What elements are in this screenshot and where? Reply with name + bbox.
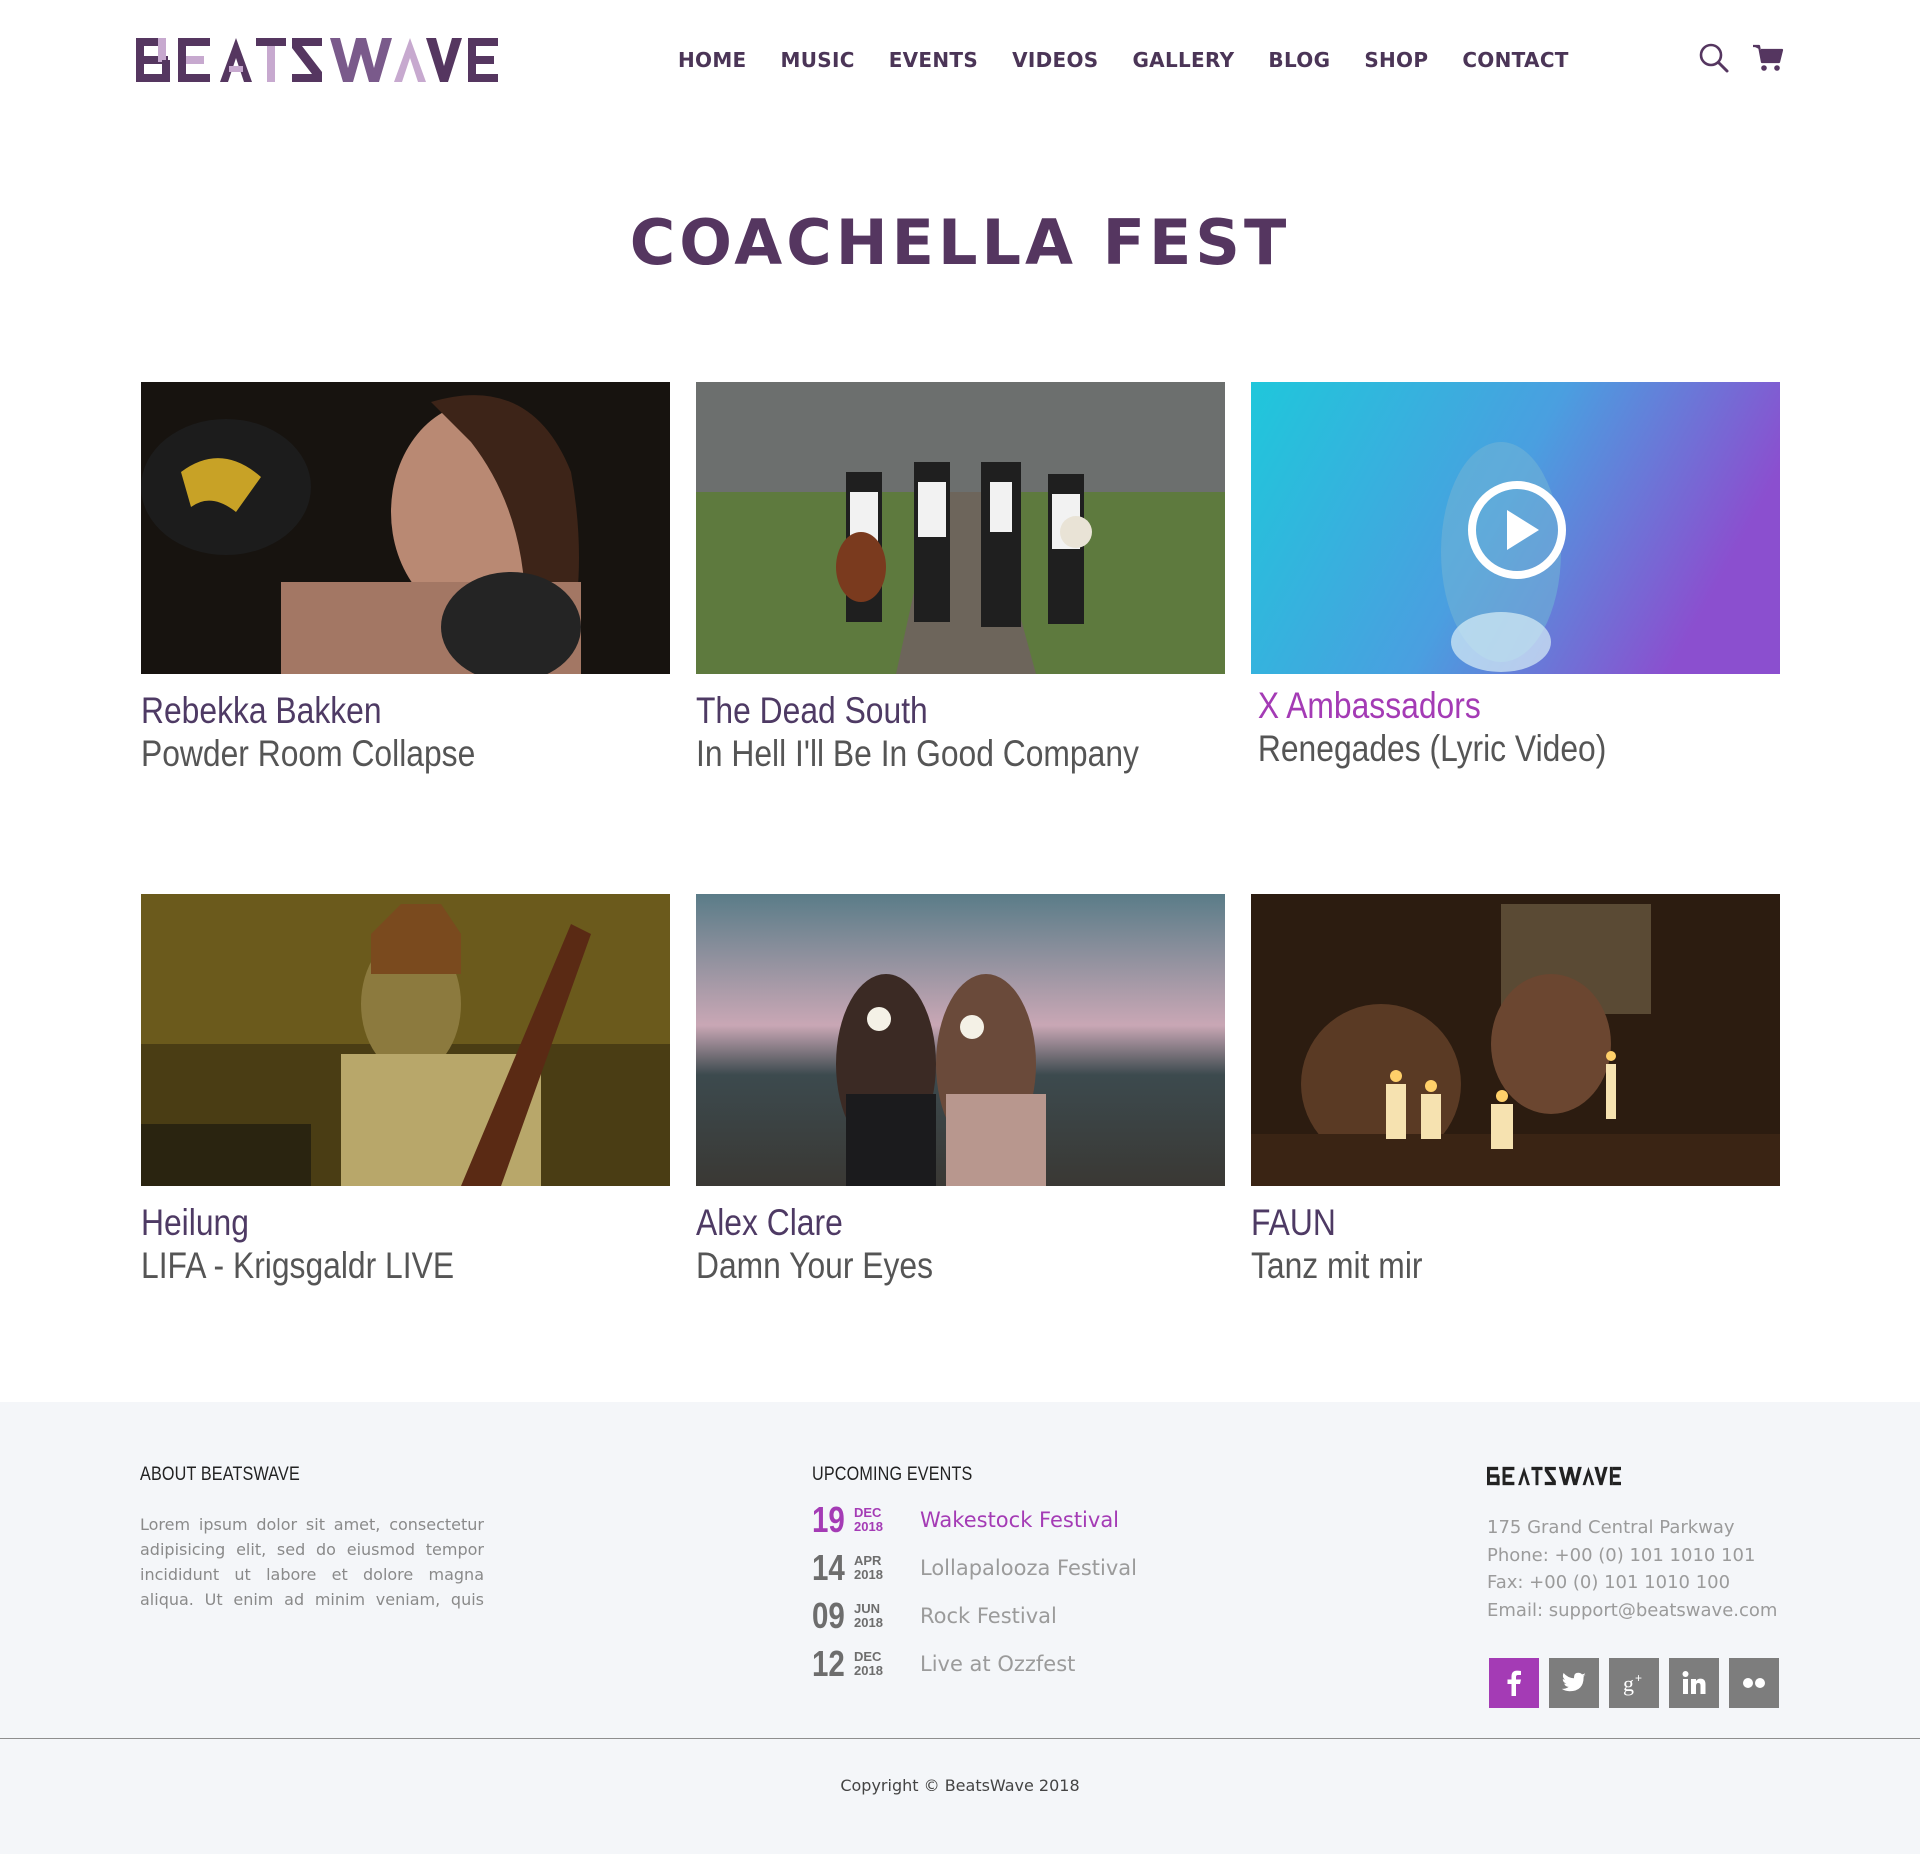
event-year: 2018 <box>854 1567 883 1582</box>
video-title[interactable]: Tanz mit mir <box>1251 1245 1706 1287</box>
event-name[interactable]: Lollapalooza Festival <box>920 1556 1137 1580</box>
svg-text:g: g <box>1623 1671 1634 1696</box>
video-title[interactable]: Renegades (Lyric Video) <box>1251 728 1706 770</box>
about-heading: ABOUT BEATSWAVE <box>140 1464 300 1485</box>
event-year: 2018 <box>854 1519 883 1534</box>
about-text: Lorem ipsum dolor sit amet, consectetur … <box>140 1515 484 1609</box>
twitter-icon[interactable] <box>1549 1658 1599 1708</box>
video-title[interactable]: In Hell I'll Be In Good Company <box>696 733 1151 775</box>
video-thumbnail[interactable] <box>1251 894 1780 1186</box>
nav-item-shop[interactable]: SHOP <box>1364 44 1428 76</box>
video-artist[interactable]: FAUN <box>1251 1201 1706 1245</box>
main-nav: HOME MUSIC EVENTS VIDEOS GALLERY BLOG SH… <box>678 44 1569 76</box>
contact-info: 175 Grand Central Parkway Phone: +00 (0)… <box>1487 1514 1777 1624</box>
video-thumbnail[interactable] <box>696 382 1225 674</box>
video-artist[interactable]: The Dead South <box>696 689 1151 733</box>
linkedin-icon[interactable] <box>1669 1658 1719 1708</box>
nav-item-gallery[interactable]: GALLERY <box>1132 44 1234 76</box>
search-icon[interactable] <box>1698 42 1730 74</box>
video-card[interactable]: Rebekka Bakken Powder Room Collapse <box>141 382 670 775</box>
event-day: 09 <box>812 1595 845 1636</box>
cart-icon[interactable] <box>1752 42 1784 74</box>
nav-item-blog[interactable]: BLOG <box>1268 44 1330 76</box>
nav-item-music[interactable]: MUSIC <box>781 44 855 76</box>
event-year: 2018 <box>854 1663 883 1678</box>
site-header: HOME MUSIC EVENTS VIDEOS GALLERY BLOG SH… <box>0 0 1920 120</box>
svg-text:+: + <box>1635 1671 1642 1685</box>
video-artist[interactable]: Heilung <box>141 1201 596 1245</box>
event-name[interactable]: Wakestock Festival <box>920 1508 1119 1532</box>
nav-item-contact[interactable]: CONTACT <box>1462 44 1568 76</box>
video-card[interactable]: The Dead South In Hell I'll Be In Good C… <box>696 382 1225 775</box>
video-card[interactable]: FAUN Tanz mit mir <box>1251 894 1780 1287</box>
beatswave-logo[interactable] <box>136 36 498 84</box>
event-month: APR <box>854 1553 882 1568</box>
video-thumbnail[interactable] <box>141 894 670 1186</box>
event-item[interactable]: 14 APR 2018 Lollapalooza Festival <box>812 1544 1152 1592</box>
event-date: APR 2018 <box>854 1554 914 1582</box>
video-title[interactable]: Powder Room Collapse <box>141 733 596 775</box>
events-heading: UPCOMING EVENTS <box>812 1464 973 1485</box>
nav-item-videos[interactable]: VIDEOS <box>1012 44 1098 76</box>
event-date: DEC 2018 <box>854 1650 914 1678</box>
video-artist[interactable]: Alex Clare <box>696 1201 1151 1245</box>
video-artist[interactable]: Rebekka Bakken <box>141 689 596 733</box>
header-actions <box>1698 42 1784 74</box>
video-thumbnail[interactable] <box>141 382 670 682</box>
video-card[interactable]: Alex Clare Damn Your Eyes <box>696 894 1225 1287</box>
facebook-icon[interactable] <box>1489 1658 1539 1708</box>
event-day: 12 <box>812 1643 845 1684</box>
event-month: DEC <box>854 1649 882 1664</box>
play-icon[interactable] <box>1467 480 1567 580</box>
contact-email[interactable]: Email: support@beatswave.com <box>1487 1597 1777 1625</box>
footer-divider <box>0 1738 1920 1739</box>
event-item[interactable]: 19 DEC 2018 Wakestock Festival <box>812 1496 1152 1544</box>
event-year: 2018 <box>854 1615 883 1630</box>
event-name[interactable]: Live at Ozzfest <box>920 1652 1075 1676</box>
video-artist[interactable]: X Ambassadors <box>1251 684 1706 728</box>
video-thumbnail[interactable] <box>696 894 1225 1186</box>
video-card[interactable]: Heilung LIFA - Krigsgaldr LIVE <box>141 894 670 1287</box>
contact-address: 175 Grand Central Parkway <box>1487 1517 1735 1538</box>
contact-fax: Fax: +00 (0) 101 1010 100 <box>1487 1572 1731 1593</box>
site-footer: ABOUT BEATSWAVE Lorem ipsum dolor sit am… <box>0 1402 1920 1854</box>
event-month: JUN <box>854 1601 881 1616</box>
social-links: g + <box>1489 1658 1779 1708</box>
contact-phone: Phone: +00 (0) 101 1010 101 <box>1487 1544 1756 1566</box>
video-title[interactable]: Damn Your Eyes <box>696 1245 1151 1287</box>
event-day: 14 <box>812 1547 845 1588</box>
copyright: Copyright © BeatsWave 2018 <box>840 1776 1080 1795</box>
event-day: 19 <box>812 1499 845 1540</box>
video-title[interactable]: LIFA - Krigsgaldr LIVE <box>141 1245 596 1287</box>
video-thumbnail[interactable] <box>1251 382 1780 674</box>
event-name[interactable]: Rock Festival <box>920 1604 1057 1628</box>
nav-item-home[interactable]: HOME <box>678 44 747 76</box>
event-item[interactable]: 12 DEC 2018 Live at Ozzfest <box>812 1640 1152 1688</box>
event-date: JUN 2018 <box>854 1602 914 1630</box>
video-card[interactable]: X Ambassadors Renegades (Lyric Video) <box>1251 382 1780 770</box>
flickr-icon[interactable] <box>1729 1658 1779 1708</box>
footer-logo[interactable] <box>1487 1466 1621 1486</box>
event-month: DEC <box>854 1505 882 1520</box>
nav-item-events[interactable]: EVENTS <box>889 44 978 76</box>
google-plus-icon[interactable]: g + <box>1609 1658 1659 1708</box>
event-date: DEC 2018 <box>854 1506 914 1534</box>
page-title: COACHELLA FEST <box>629 206 1291 279</box>
upcoming-events-list: 19 DEC 2018 Wakestock Festival 14 APR 20… <box>812 1496 1152 1688</box>
event-item[interactable]: 09 JUN 2018 Rock Festival <box>812 1592 1152 1640</box>
